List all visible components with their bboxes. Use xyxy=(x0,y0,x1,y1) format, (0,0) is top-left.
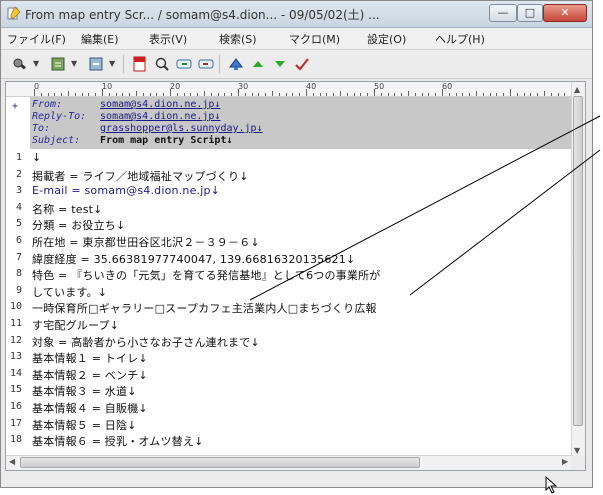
annotation-leader-line xyxy=(409,149,601,296)
annotation-lines xyxy=(249,115,601,301)
annotation-leader-line xyxy=(249,115,601,301)
mouse-pointer-icon xyxy=(545,476,558,494)
